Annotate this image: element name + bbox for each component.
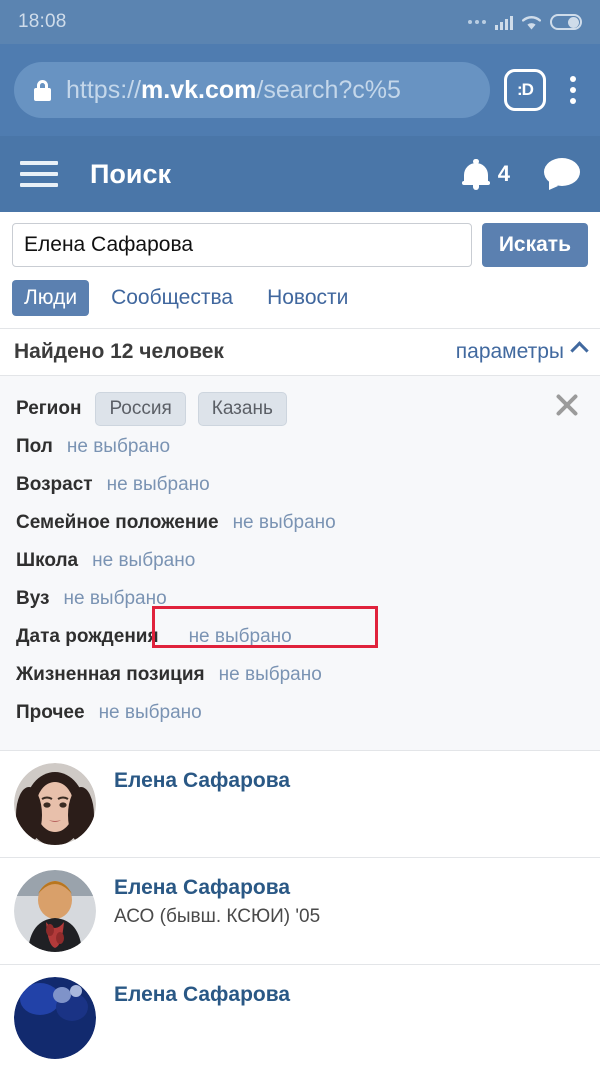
url-path: /search?c%5 [256, 75, 401, 104]
filter-row-other: Прочее не выбрано [0, 694, 600, 732]
filter-label-birthdate: Дата рождения [16, 626, 159, 647]
filter-row-school: Школа не выбрано [0, 542, 600, 580]
region-chip-country[interactable]: Россия [95, 392, 186, 426]
result-name[interactable]: Елена Сафарова [114, 983, 290, 1007]
page-title: Поиск [90, 158, 172, 189]
search-filters-panel: Регион Россия Казань Пол не выбрано Возр… [0, 376, 600, 751]
filter-value-gender[interactable]: не выбрано [67, 436, 170, 458]
filter-row-gender: Пол не выбрано [0, 428, 600, 466]
emoji-tab-button[interactable]: :D [504, 69, 546, 111]
tab-news[interactable]: Новости [255, 280, 360, 316]
filter-label-marital-status: Семейное положение [16, 512, 219, 533]
browser-toolbar: https://m.vk.com/search?c%5 :D [0, 44, 600, 136]
list-item[interactable]: Елена Сафарова [0, 751, 600, 858]
filter-value-other[interactable]: не выбрано [99, 702, 202, 724]
list-item-body: Елена Сафарова [114, 763, 290, 793]
battery-icon [550, 14, 582, 30]
search-input[interactable] [12, 223, 472, 267]
vk-app-header: Поиск 4 [0, 136, 600, 212]
close-icon[interactable] [552, 390, 582, 420]
filter-value-university[interactable]: не выбрано [63, 588, 166, 610]
lock-icon [34, 79, 51, 101]
url-scheme: https:// [66, 75, 142, 104]
region-chip-list: Россия Казань [95, 392, 287, 426]
search-scope-tabs: Люди Сообщества Новости [0, 276, 600, 328]
bell-icon [461, 159, 490, 190]
android-status-bar: 18:08 [0, 0, 600, 44]
search-submit-button[interactable]: Искать [481, 223, 588, 267]
filter-label-gender: Пол [16, 436, 53, 457]
filter-value-school[interactable]: не выбрано [92, 550, 195, 572]
filter-value-life-position[interactable]: не выбрано [219, 664, 322, 686]
url-text: https://m.vk.com/search?c%5 [66, 76, 401, 105]
filter-label-life-position: Жизненная позиция [16, 664, 205, 685]
filter-value-age[interactable]: не выбрано [107, 474, 210, 496]
list-item[interactable]: Елена Сафарова АСО (бывш. КСЮИ) '05 [0, 858, 600, 965]
filter-label-school: Школа [16, 550, 79, 571]
kebab-menu-icon[interactable] [560, 76, 586, 104]
filter-value-birthdate[interactable]: не выбрано [189, 626, 292, 648]
filter-label-region: Регион [16, 398, 82, 419]
filter-row-marital-status: Семейное положение не выбрано [0, 504, 600, 542]
filter-label-other: Прочее [16, 702, 85, 723]
filter-label-age: Возраст [16, 474, 93, 495]
result-name[interactable]: Елена Сафарова [114, 769, 290, 793]
filter-row-birthdate: Дата рождения не выбрано [0, 606, 600, 656]
chevron-up-icon [570, 340, 589, 360]
notifications-button[interactable]: 4 [461, 159, 510, 190]
filter-value-marital-status[interactable]: не выбрано [233, 512, 336, 534]
toggle-parameters-button[interactable]: параметры [455, 340, 589, 364]
hamburger-icon[interactable] [20, 161, 58, 187]
status-clock: 18:08 [18, 11, 67, 32]
results-summary-bar: Найдено 12 человек параметры [0, 328, 600, 376]
notifications-count: 4 [497, 161, 510, 186]
signal-bars-icon [495, 15, 513, 30]
avatar [14, 763, 96, 845]
filter-row-university: Вуз не выбрано [0, 580, 600, 618]
filter-row-region: Регион Россия Казань [0, 390, 600, 428]
result-name[interactable]: Елена Сафарова [114, 876, 320, 900]
more-dots-icon [468, 20, 486, 24]
url-host: m.vk.com [141, 75, 257, 104]
phone-screen: 18:08 https://m.vk.com/search?c%5 :D Пои… [0, 0, 600, 1066]
filter-label-university: Вуз [16, 588, 50, 609]
results-count-label: Найдено 12 человек [14, 340, 224, 363]
avatar [14, 977, 96, 1059]
parameters-label: параметры [455, 340, 564, 363]
list-item-body: Елена Сафарова АСО (бывш. КСЮИ) '05 [114, 870, 320, 928]
url-bar[interactable]: https://m.vk.com/search?c%5 [14, 62, 490, 118]
tab-people[interactable]: Люди [12, 280, 90, 316]
chat-bubble-icon[interactable] [544, 158, 580, 190]
avatar [14, 870, 96, 952]
search-row: Искать [0, 212, 600, 276]
result-subtitle: АСО (бывш. КСЮИ) '05 [114, 906, 321, 927]
tab-communities[interactable]: Сообщества [99, 280, 245, 316]
status-icon-tray [468, 14, 582, 30]
filter-row-age: Возраст не выбрано [0, 466, 600, 504]
list-item-body: Елена Сафарова [114, 977, 290, 1007]
list-item[interactable]: Елена Сафарова [0, 965, 600, 1066]
wifi-icon [522, 15, 541, 30]
region-chip-city[interactable]: Казань [197, 392, 287, 426]
filter-row-life-position: Жизненная позиция не выбрано [0, 656, 600, 694]
